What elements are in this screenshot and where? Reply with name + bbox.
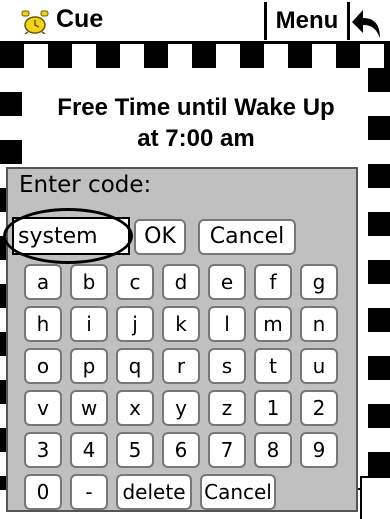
app-title: Cue — [56, 5, 104, 33]
key-0[interactable]: 0 — [24, 474, 62, 510]
title-bar: Cue Menu — [0, 0, 390, 44]
key-c[interactable]: c — [116, 264, 154, 300]
key-o[interactable]: o — [24, 348, 62, 384]
key-9[interactable]: 9 — [300, 432, 338, 468]
alarm-clock-icon — [21, 10, 49, 34]
key-8[interactable]: 8 — [254, 432, 292, 468]
key-cancel[interactable]: Cancel — [200, 474, 276, 510]
key-z[interactable]: z — [208, 390, 246, 426]
key-p[interactable]: p — [70, 348, 108, 384]
key-s[interactable]: s — [208, 348, 246, 384]
code-input[interactable] — [12, 217, 130, 255]
bottom-corner-field — [360, 476, 390, 519]
key-q[interactable]: q — [116, 348, 154, 384]
key-t[interactable]: t — [254, 348, 292, 384]
key-h[interactable]: h — [24, 306, 62, 342]
cue-message: Free Time until Wake Up at 7:00 am — [24, 92, 368, 154]
key-w[interactable]: w — [70, 390, 108, 426]
key-m[interactable]: m — [254, 306, 292, 342]
key-x[interactable]: x — [116, 390, 154, 426]
key-a[interactable]: a — [24, 264, 62, 300]
cue-line-1: Free Time until Wake Up — [57, 94, 335, 121]
key-e[interactable]: e — [208, 264, 246, 300]
key-v[interactable]: v — [24, 390, 62, 426]
key-1[interactable]: 1 — [254, 390, 292, 426]
key-b[interactable]: b — [70, 264, 108, 300]
key-4[interactable]: 4 — [70, 432, 108, 468]
key-2[interactable]: 2 — [300, 390, 338, 426]
key-6[interactable]: 6 — [162, 432, 200, 468]
key-r[interactable]: r — [162, 348, 200, 384]
ok-button[interactable]: OK — [134, 219, 186, 255]
key-u[interactable]: u — [300, 348, 338, 384]
key-f[interactable]: f — [254, 264, 292, 300]
key-5[interactable]: 5 — [116, 432, 154, 468]
key-3[interactable]: 3 — [24, 432, 62, 468]
menu-button[interactable]: Menu — [264, 2, 350, 40]
key-g[interactable]: g — [300, 264, 338, 300]
key-n[interactable]: n — [300, 306, 338, 342]
key-i[interactable]: i — [70, 306, 108, 342]
key-y[interactable]: y — [162, 390, 200, 426]
key-l[interactable]: l — [208, 306, 246, 342]
checkered-border-right — [368, 68, 390, 488]
enter-code-label: Enter code: — [19, 172, 152, 198]
cue-line-2: at 7:00 am — [137, 125, 255, 152]
cancel-button[interactable]: Cancel — [198, 219, 296, 255]
key-k[interactable]: k — [162, 306, 200, 342]
key-d[interactable]: d — [162, 264, 200, 300]
key-delete[interactable]: delete — [116, 474, 192, 510]
app-window: Cue Menu Free Time until Wake Up at 7:00… — [0, 0, 390, 519]
key-dash[interactable]: - — [70, 474, 108, 510]
checkered-border-top — [0, 44, 390, 68]
key-j[interactable]: j — [116, 306, 154, 342]
key-7[interactable]: 7 — [208, 432, 246, 468]
back-arrow-icon[interactable] — [350, 2, 390, 42]
